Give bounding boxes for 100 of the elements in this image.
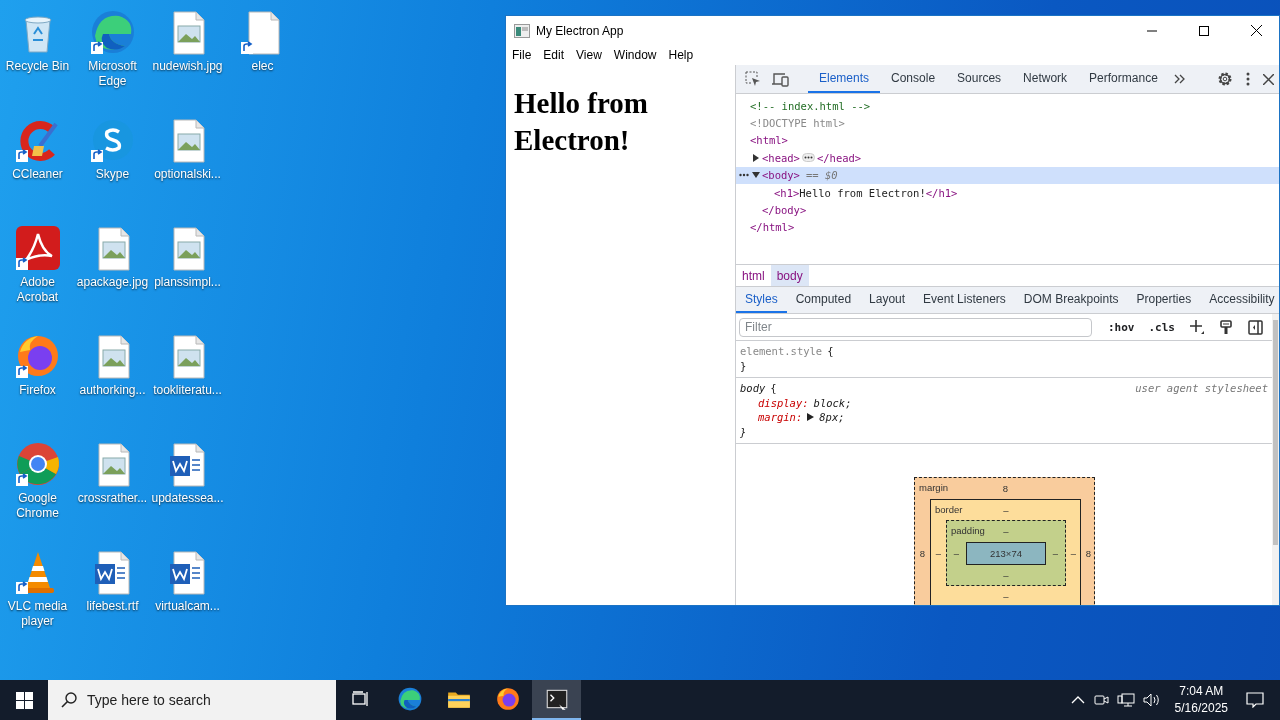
- box-value[interactable]: –: [1052, 548, 1059, 559]
- icon-label: Firefox: [18, 383, 57, 398]
- icon-label: updatessea...: [150, 491, 225, 506]
- devtools-tab[interactable]: Sources: [946, 65, 1013, 93]
- window-title: My Electron App: [536, 23, 625, 38]
- icon-label: Adobe Acrobat: [15, 275, 60, 305]
- scrollbar[interactable]: [1272, 314, 1279, 605]
- box-value[interactable]: 8: [1085, 547, 1092, 559]
- panel-tab[interactable]: Accessibility: [1200, 287, 1279, 313]
- dom-row[interactable]: <head> </head>: [736, 149, 1279, 167]
- box-value[interactable]: –: [935, 547, 942, 559]
- icon-label: VLC media player: [6, 599, 69, 629]
- brace-text: }: [740, 358, 747, 373]
- panel-tab[interactable]: Event Listeners: [914, 287, 1015, 313]
- menu-item[interactable]: View: [576, 48, 608, 62]
- comment-text: <!-- index.html -->: [750, 99, 871, 112]
- css-value: 8px;: [819, 410, 845, 425]
- toggle-button[interactable]: :hov: [1104, 320, 1139, 334]
- icon-label: authorking...: [78, 383, 147, 398]
- css-property: margin:: [758, 410, 803, 425]
- browser-icon[interactable]: [494, 686, 521, 712]
- panel-tab[interactable]: DOM Breakpoints: [1014, 287, 1128, 313]
- expand-arrow-icon[interactable]: [807, 413, 815, 422]
- app-icon: [514, 23, 530, 38]
- brace-text: }: [740, 424, 747, 439]
- brace-text: {: [827, 344, 834, 359]
- toggle-button[interactable]: .cls: [1144, 320, 1179, 334]
- css-selector: element.style: [740, 344, 823, 359]
- icon-label: lifebest.rtf: [85, 599, 140, 614]
- icon-label: Google Chrome: [15, 491, 60, 521]
- icon-label: tookliteratu...: [152, 383, 223, 398]
- menu-item[interactable]: File: [512, 48, 538, 62]
- icon-label: Skype: [94, 167, 131, 182]
- devtools-tab[interactable]: Performance: [1078, 65, 1169, 93]
- devtools-tab[interactable]: Network: [1012, 65, 1079, 93]
- box-value[interactable]: 8: [1002, 483, 1009, 494]
- expand-arrow-icon[interactable]: [752, 153, 760, 162]
- box-value[interactable]: –: [1003, 590, 1009, 602]
- icon-label: nudewish.jpg: [151, 59, 224, 74]
- search-field[interactable]: Type here to search: [48, 680, 336, 720]
- task-view-icon: [351, 691, 370, 707]
- breadcrumb[interactable]: html: [736, 265, 771, 286]
- breadcrumb[interactable]: body: [770, 265, 809, 286]
- dom-row[interactable]: <h1>Hello from Electron!</h1>: [736, 183, 1279, 202]
- devtools-tab[interactable]: Elements: [808, 65, 881, 93]
- filter-field[interactable]: Filter: [739, 317, 1092, 337]
- icon-label: optionalski...: [153, 167, 222, 182]
- ellipsis-icon[interactable]: [801, 153, 815, 163]
- box-value[interactable]: 8: [919, 547, 926, 559]
- tag-text[interactable]: </head>: [816, 151, 862, 164]
- box-value[interactable]: –: [1003, 526, 1009, 537]
- tag-text[interactable]: </html>: [750, 221, 795, 234]
- tag-text[interactable]: </h1>: [925, 186, 958, 199]
- browser-icon[interactable]: [88, 8, 137, 56]
- css-selector: body: [740, 381, 766, 396]
- box-label: border: [935, 504, 963, 515]
- dom-row[interactable]: <html>: [736, 131, 1279, 150]
- css-value: block;: [813, 395, 852, 410]
- panel-tab[interactable]: Layout: [860, 287, 915, 313]
- box-value[interactable]: –: [1003, 569, 1009, 581]
- box-value[interactable]: –: [1070, 547, 1077, 559]
- clock-time[interactable]: 7:04 AM: [1179, 683, 1224, 700]
- clock-date[interactable]: 5/16/2025: [1174, 700, 1228, 717]
- more-icon[interactable]: [739, 173, 749, 178]
- panel-tab[interactable]: Properties: [1127, 287, 1201, 313]
- menu-item[interactable]: Edit: [543, 48, 571, 62]
- icon-label: apackage.jpg: [75, 275, 150, 290]
- doctype-text: <!DOCTYPE html>: [750, 117, 845, 130]
- selected-row[interactable]: <body> == $0: [736, 166, 1279, 184]
- close-icon: [1250, 25, 1262, 36]
- tag-text[interactable]: <head>: [762, 151, 800, 164]
- box-label: margin: [919, 482, 949, 493]
- box-label: padding: [951, 525, 985, 536]
- panel-tab[interactable]: Styles: [736, 287, 787, 313]
- box-value[interactable]: –: [1003, 504, 1009, 516]
- rule-source: user agent stylesheet: [1135, 381, 1268, 396]
- box-value[interactable]: –: [953, 548, 960, 559]
- browser-icon[interactable]: [396, 686, 423, 712]
- maximize-icon: [1199, 25, 1209, 36]
- collapse-arrow-icon[interactable]: [752, 171, 760, 180]
- tag-text[interactable]: </body>: [762, 204, 807, 217]
- app-icon[interactable]: [13, 224, 62, 272]
- devtools-tab[interactable]: Console: [880, 65, 947, 93]
- menu-item[interactable]: Help: [668, 48, 700, 62]
- tag-text[interactable]: <body>: [762, 169, 800, 182]
- search-icon: [61, 692, 77, 708]
- icon-label: elec: [250, 59, 275, 74]
- icon-label: crossrather...: [76, 491, 149, 506]
- taskbar-button[interactable]: [532, 680, 581, 720]
- panel-tab[interactable]: Computed: [786, 287, 861, 313]
- windows-logo-icon: [15, 691, 33, 709]
- icon-label: CCleaner: [11, 167, 64, 182]
- content-box[interactable]: 213×74: [966, 542, 1046, 565]
- element-text: Hello from Electron!: [799, 186, 926, 199]
- menu-item[interactable]: Window: [613, 48, 663, 62]
- browser-icon[interactable]: [13, 440, 62, 488]
- tag-text[interactable]: <h1>: [774, 186, 800, 199]
- icon-label: Microsoft Edge: [87, 59, 138, 89]
- icon-label: Recycle Bin: [4, 59, 71, 74]
- tag-text[interactable]: <html>: [750, 134, 788, 147]
